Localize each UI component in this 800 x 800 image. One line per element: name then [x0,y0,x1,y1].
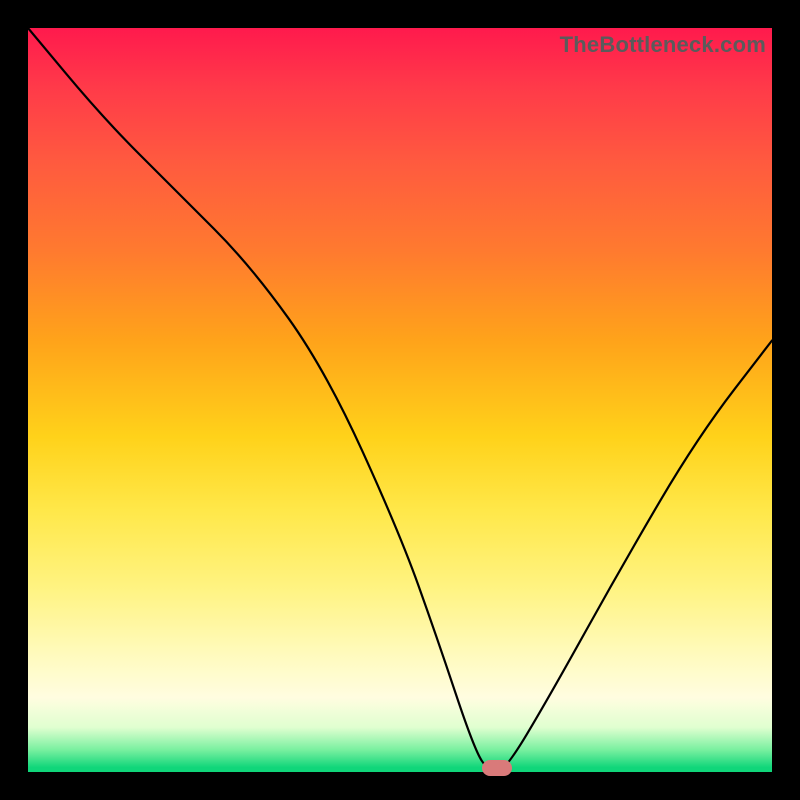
optimum-marker [482,760,512,776]
plot-area: TheBottleneck.com [28,28,772,772]
attribution-text: TheBottleneck.com [560,32,766,58]
chart-frame: TheBottleneck.com [0,0,800,800]
bottleneck-curve-path [28,28,772,772]
curve-svg [28,28,772,772]
